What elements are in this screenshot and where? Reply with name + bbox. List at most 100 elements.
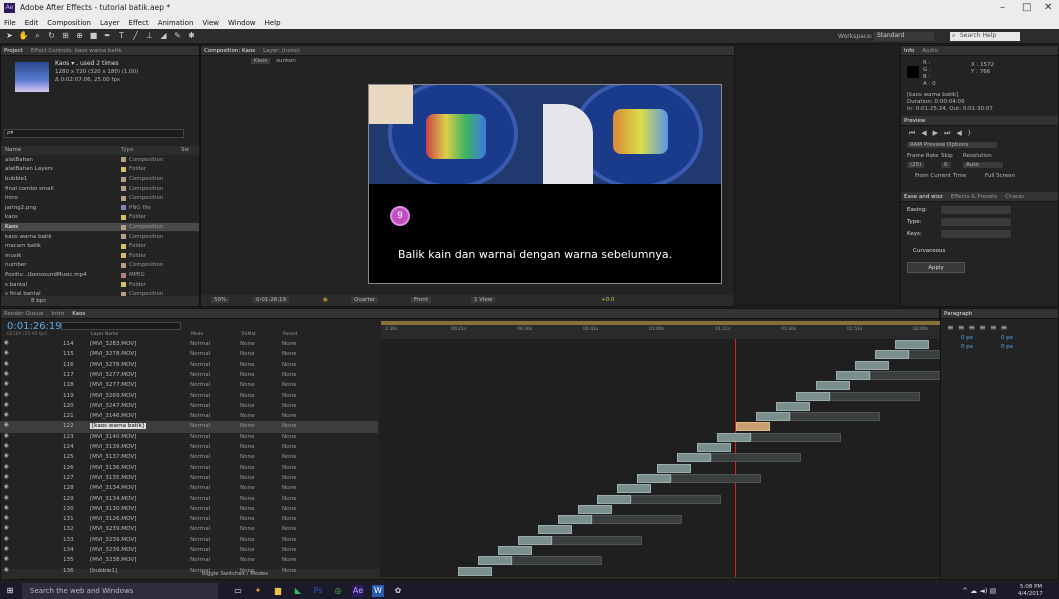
layer-mode-dropdown[interactable]: Normal [190, 341, 210, 347]
layer-name[interactable]: [MVI_3247.MOV] [90, 403, 136, 409]
type-tool-icon[interactable]: T [116, 31, 127, 41]
layer-parent-dropdown[interactable]: None [282, 465, 297, 471]
layer-extended-bar[interactable] [552, 535, 642, 545]
layer-parent-dropdown[interactable]: None [282, 516, 297, 522]
layer-duration-bar[interactable] [875, 350, 909, 360]
chrome-icon[interactable]: ◎ [332, 585, 344, 597]
layer-name[interactable]: [MVI_3269.MOV] [90, 393, 136, 399]
layer-trkmat-dropdown[interactable]: None [240, 351, 255, 357]
layer-parent-dropdown[interactable]: None [282, 362, 297, 368]
layer-parent-dropdown[interactable]: None [282, 537, 297, 543]
layer-trkmat-dropdown[interactable]: None [240, 382, 255, 388]
eye-icon[interactable]: ◉ [4, 402, 9, 408]
eraser-tool-icon[interactable]: ◢ [158, 31, 169, 41]
resolution-dropdown[interactable]: Quarter [351, 297, 379, 303]
layer-parent-dropdown[interactable]: None [282, 413, 297, 419]
layer-duration-bar[interactable] [736, 422, 770, 432]
layer-parent-dropdown[interactable]: None [282, 403, 297, 409]
layer-parent-dropdown[interactable]: None [282, 382, 297, 388]
snapshot-icon[interactable]: ◉ [323, 297, 328, 303]
layer-trkmat-dropdown[interactable]: None [240, 423, 255, 429]
tab-effect-controls[interactable]: Effect Controls: kaos warna batik [31, 48, 122, 54]
3d-view-dropdown[interactable]: Front [411, 297, 431, 303]
layer-trkmat-dropdown[interactable]: None [240, 372, 255, 378]
layer-duration-bar[interactable] [697, 443, 731, 452]
column-parent[interactable]: Parent [283, 332, 297, 337]
layer-mode-dropdown[interactable]: Normal [190, 506, 210, 512]
layer-mode-dropdown[interactable]: Normal [190, 568, 210, 574]
eye-icon[interactable]: ◉ [4, 515, 9, 521]
layer-trkmat-dropdown[interactable]: None [240, 557, 255, 563]
indent-left-value[interactable]: 0 px [961, 335, 973, 341]
layer-duration-bar[interactable] [677, 453, 711, 463]
eye-icon[interactable]: ◉ [4, 361, 9, 367]
layer-name[interactable]: [MVI_3136.MOV] [90, 465, 136, 471]
layer-duration-bar[interactable] [855, 360, 889, 370]
eye-icon[interactable]: ◉ [4, 556, 9, 562]
layer-trkmat-dropdown[interactable]: None [240, 496, 255, 502]
brush-tool-icon[interactable]: ╱ [130, 31, 141, 41]
indent-right-value[interactable]: 0 px [1001, 335, 1013, 341]
tab-character[interactable]: Charac [1005, 194, 1024, 200]
layer-name[interactable]: [MVI_3126.MOV] [90, 516, 136, 522]
layer-duration-bar[interactable] [478, 556, 512, 566]
column-trkmat[interactable]: TrkMat [241, 332, 256, 337]
project-item[interactable]: Intro Composition [1, 194, 199, 204]
layer-trkmat-dropdown[interactable]: None [240, 434, 255, 440]
layer-extended-bar[interactable] [512, 556, 602, 566]
tab-effects-presets[interactable]: Effects & Presets [951, 194, 998, 200]
layer-extended-bar[interactable] [830, 391, 920, 401]
timeline-track-area[interactable] [380, 339, 940, 577]
menu-animation[interactable]: Animation [158, 19, 194, 27]
tab-paragraph[interactable]: Paragraph [944, 311, 972, 317]
project-item[interactable]: bubble1 Composition [1, 175, 199, 185]
column-mode[interactable]: Mode [191, 332, 203, 337]
project-item[interactable]: alatBahan Composition [1, 156, 199, 166]
mask-tool-icon[interactable]: ■ [88, 31, 99, 41]
layer-parent-dropdown[interactable]: None [282, 393, 297, 399]
layer-extended-bar[interactable] [711, 453, 801, 463]
eye-icon[interactable]: ◉ [4, 340, 9, 346]
curvaceous-checkbox[interactable]: Curvaceous [913, 248, 945, 254]
playback-controls-icon[interactable]: ⏮◀▶⏭◀) [909, 129, 976, 138]
project-item[interactable]: final combo small Composition [1, 184, 199, 194]
exposure-value[interactable]: +0.0 [601, 297, 614, 303]
layer-duration-bar[interactable] [458, 566, 492, 576]
full-screen-checkbox[interactable]: Full Screen [985, 173, 1015, 179]
layer-name[interactable]: [MVI_3277.MOV] [90, 382, 136, 388]
layer-name[interactable]: [MVI_3283.MOV] [90, 341, 136, 347]
layer-mode-dropdown[interactable]: Normal [190, 413, 210, 419]
rotate-tool-icon[interactable]: ↻ [46, 31, 57, 41]
layer-duration-bar[interactable] [597, 494, 631, 504]
eye-icon[interactable]: ◉ [4, 536, 9, 542]
menu-window[interactable]: Window [228, 19, 256, 27]
layer-mode-dropdown[interactable]: Normal [190, 485, 210, 491]
layer-trkmat-dropdown[interactable]: None [240, 362, 255, 368]
eye-icon[interactable]: ◉ [4, 464, 9, 470]
maximize-icon[interactable]: □ [1022, 2, 1031, 13]
layer-duration-bar[interactable] [498, 546, 532, 555]
project-item[interactable]: alatBahan Layers Folder [1, 165, 199, 175]
task-view-icon[interactable]: ▭ [232, 585, 244, 597]
layer-extended-bar[interactable] [751, 432, 841, 442]
layer-mode-dropdown[interactable]: Normal [190, 454, 210, 460]
layer-mode-dropdown[interactable]: Normal [190, 547, 210, 553]
type-dropdown[interactable] [941, 218, 1011, 226]
layer-parent-dropdown[interactable]: None [282, 496, 297, 502]
project-item[interactable]: kaos warna batik Composition [1, 232, 199, 242]
apply-button[interactable]: Apply [907, 262, 965, 273]
photoshop-icon[interactable]: Ps [312, 585, 324, 597]
layer-extended-bar[interactable] [909, 350, 940, 360]
layer-mode-dropdown[interactable]: Normal [190, 465, 210, 471]
layer-trkmat-dropdown[interactable]: None [240, 485, 255, 491]
layer-duration-bar[interactable] [895, 340, 929, 349]
menu-file[interactable]: File [4, 19, 16, 27]
project-item[interactable]: number Composition [1, 261, 199, 271]
puppet-tool-icon[interactable]: ✱ [186, 31, 197, 41]
tab-composition-kaos[interactable]: Composition: Kaos [204, 48, 255, 54]
composition-viewer[interactable]: 9 Balik kain dan warnai dengan warna seb… [368, 84, 722, 284]
project-item[interactable]: musik Folder [1, 252, 199, 262]
layer-trkmat-dropdown[interactable]: None [240, 506, 255, 512]
layer-parent-dropdown[interactable]: None [282, 485, 297, 491]
layer-parent-dropdown[interactable]: None [282, 444, 297, 450]
